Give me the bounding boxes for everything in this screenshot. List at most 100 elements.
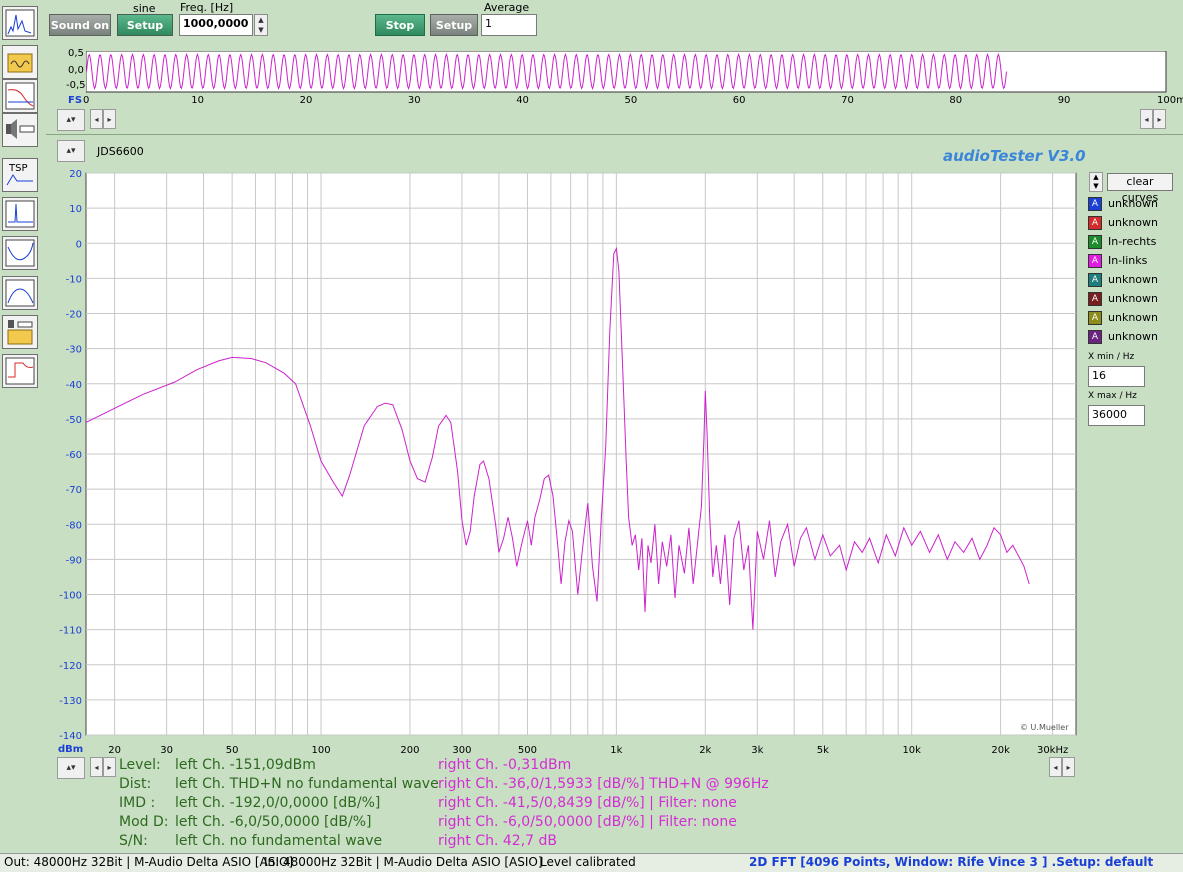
x-tick-label: 20k (991, 745, 1010, 756)
curve-color-icon[interactable]: A (1088, 215, 1102, 230)
freq-response-button[interactable] (2, 79, 38, 113)
stop-button[interactable]: Stop (375, 14, 425, 36)
legend-item[interactable]: Aunknown (1088, 214, 1158, 231)
spectrum-icon (5, 9, 35, 37)
x-tick-label: 10k (902, 745, 921, 756)
legend-label: unknown (1108, 292, 1158, 305)
average-input[interactable]: 1 (481, 14, 537, 36)
curve-color-icon[interactable]: A (1088, 234, 1102, 249)
status-level: Level calibrated (540, 855, 636, 869)
x-tick-label: 500 (518, 745, 537, 756)
legend-label: unknown (1108, 197, 1158, 210)
x-tick-label: 5k (817, 745, 829, 756)
x-scroll-left-right[interactable]: ◂ ▸ (90, 757, 118, 779)
y-tick-label: -120 (59, 661, 82, 672)
y-tick-label: 20 (69, 169, 82, 180)
right-dist: right Ch. -36,0/1,5933 [dB/%] THD+N @ 99… (438, 776, 769, 792)
left-imd: left Ch. -192,0/0,0000 [dB/%] (175, 795, 381, 811)
filter-response-button[interactable] (2, 276, 38, 310)
xmax-input[interactable]: 36000 (1088, 405, 1145, 426)
scope-x-tick: 30 (407, 95, 421, 106)
x-zoom-spinner[interactable]: ▴▾ (57, 757, 85, 779)
impedance-button[interactable] (2, 236, 38, 270)
chart-y-zoom-spinner[interactable]: ▴▾ (57, 140, 85, 162)
y-tick-label: -140 (59, 731, 82, 742)
scope-x-tick: 50 (624, 95, 638, 106)
curve-color-icon[interactable]: A (1088, 329, 1102, 344)
spin-up-icon[interactable]: ▲ (255, 15, 267, 25)
scope-y-label-mid: 0,0 (68, 65, 84, 76)
response-curve-icon (5, 82, 35, 110)
impedance-icon (5, 239, 35, 267)
measure-label-dist: Dist: (119, 776, 152, 792)
step-response-icon (5, 357, 35, 385)
curve-color-icon[interactable]: A (1088, 272, 1102, 287)
tsp-button[interactable]: TSP (2, 158, 38, 192)
arrow-right-icon[interactable]: ▸ (1062, 757, 1075, 777)
copyright-text: © U.Mueller (1020, 723, 1069, 732)
scope-scroll-left-right[interactable]: ◂ ▸ (90, 109, 118, 131)
x-tick-label: 30 (160, 745, 173, 756)
legend-item[interactable]: Aunknown (1088, 328, 1158, 345)
legend-label: unknown (1108, 273, 1158, 286)
y-tick-label: -130 (59, 696, 82, 707)
right-modd: right Ch. -6,0/50,0000 [dB/%] | Filter: … (438, 814, 737, 830)
frequency-spinner[interactable]: ▲ ▼ (254, 14, 268, 36)
legend-item[interactable]: Aunknown (1088, 290, 1158, 307)
speaker-folder-button[interactable] (2, 315, 38, 349)
arrow-right-icon[interactable]: ▸ (103, 109, 116, 129)
average-label: Average (484, 1, 530, 14)
generator-setup-button[interactable]: Setup (117, 14, 173, 36)
frequency-input[interactable]: 1000,0000 (179, 14, 253, 36)
x-scroll-right-pair[interactable]: ◂ ▸ (1049, 757, 1077, 779)
legend-item[interactable]: Aunknown (1088, 271, 1158, 288)
curve-color-icon[interactable]: A (1088, 291, 1102, 306)
y-tick-label: 10 (69, 204, 82, 215)
legend-item[interactable]: A In-rechts (1088, 233, 1156, 250)
status-input: In: 48000Hz 32Bit | M-Audio Delta ASIO [… (264, 855, 543, 869)
y-tick-label: -20 (66, 310, 82, 321)
legend-item[interactable]: Aunknown (1088, 195, 1158, 212)
spin-down-icon[interactable]: ▼ (255, 25, 267, 35)
x-tick-label: 30kHz (1037, 745, 1068, 756)
speaker-measure-button[interactable] (2, 113, 38, 147)
scope-waveform (86, 51, 1167, 93)
arrow-left-icon[interactable]: ◂ (90, 757, 103, 777)
legend-label: In-rechts (1108, 235, 1157, 248)
status-bar: Out: 48000Hz 32Bit | M-Audio Delta ASIO … (0, 853, 1183, 872)
status-fft: 2D FFT [4096 Points, Window: Rife Vince … (749, 855, 1154, 869)
clear-curves-button[interactable]: clear curves (1107, 173, 1173, 204)
curve-color-icon[interactable]: A (1088, 253, 1102, 268)
curve-color-icon[interactable]: A (1088, 310, 1102, 325)
arrow-right-icon[interactable]: ▸ (103, 757, 116, 777)
filter-icon (5, 279, 35, 307)
wave-files-button[interactable] (2, 45, 38, 79)
arrow-left-icon[interactable]: ◂ (90, 109, 103, 129)
legend-item[interactable]: Aunknown (1088, 309, 1158, 326)
x-tick-label: 1k (610, 745, 622, 756)
scope-scroll-right-pair[interactable]: ◂ ▸ (1140, 109, 1168, 131)
svg-text:TSP: TSP (8, 163, 28, 174)
left-dist: left Ch. THD+N no fundamental wave (175, 776, 439, 792)
fft-chart[interactable]: 20100-10-20-30-40-50-60-70-80-90-100-110… (40, 165, 1080, 765)
xmin-input[interactable]: 16 (1088, 366, 1145, 387)
analyzer-setup-button[interactable]: Setup (430, 14, 478, 36)
curve-color-icon[interactable]: A (1088, 196, 1102, 211)
arrow-right-icon[interactable]: ▸ (1153, 109, 1166, 129)
scope-zoom-spinner[interactable]: ▴▾ (57, 109, 85, 131)
measure-label-level: Level: (119, 757, 161, 773)
legend-spinner[interactable]: ▲ ▼ (1089, 172, 1103, 192)
y-tick-label: -90 (66, 555, 82, 566)
measure-label-modd: Mod D: (119, 814, 169, 830)
scope-x-tick: 80 (949, 95, 963, 106)
arrow-left-icon[interactable]: ◂ (1049, 757, 1062, 777)
sound-on-button[interactable]: Sound on (49, 14, 111, 36)
impulse-button[interactable] (2, 197, 38, 231)
y-tick-label: -10 (66, 274, 82, 285)
fft-view-button[interactable] (2, 6, 38, 40)
step-response-button[interactable] (2, 354, 38, 388)
arrow-left-icon[interactable]: ◂ (1140, 109, 1153, 129)
legend-label: unknown (1108, 330, 1158, 343)
legend-item[interactable]: A In-links (1088, 252, 1147, 269)
left-sn: left Ch. no fundamental wave (175, 833, 383, 849)
